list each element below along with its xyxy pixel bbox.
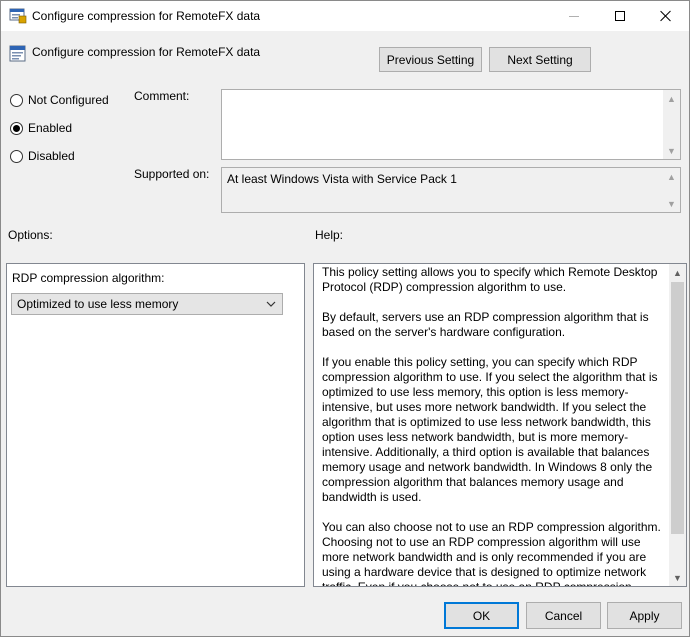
minimize-button[interactable] [551,1,597,31]
help-text: This policy setting allows you to specif… [322,264,666,586]
options-label: Options: [8,228,53,242]
scroll-down-icon[interactable]: ▼ [663,195,680,212]
policy-dialog: Configure compression for RemoteFX data … [0,0,690,637]
radio-indicator[interactable] [10,93,23,107]
rdp-compression-dropdown[interactable]: Optimized to use less memory [11,293,283,315]
rdp-compression-label: RDP compression algorithm: [12,271,165,285]
scroll-down-icon[interactable]: ▼ [669,569,686,586]
scroll-up-icon[interactable]: ▲ [663,168,680,185]
help-paragraph: If you enable this policy setting, you c… [322,355,658,504]
policy-name: Configure compression for RemoteFX data [32,45,261,59]
apply-button[interactable]: Apply [607,602,682,629]
scroll-down-icon[interactable]: ▼ [663,142,680,159]
comment-label: Comment: [134,89,190,103]
help-scrollbar[interactable]: ▲ ▼ [669,264,686,586]
next-setting-button[interactable]: Next Setting [489,47,591,72]
radio-indicator[interactable] [10,149,23,163]
cancel-button[interactable]: Cancel [526,602,601,629]
close-icon [660,10,672,22]
supported-on-field: At least Windows Vista with Service Pack… [221,167,681,213]
supported-scrollbar[interactable]: ▲ ▼ [663,168,680,212]
radio-enabled[interactable]: Enabled [10,121,72,135]
radio-label: Not Configured [28,93,109,107]
radio-label: Enabled [28,121,73,135]
minimize-icon [569,15,579,17]
help-panel: This policy setting allows you to specif… [313,263,687,587]
options-panel: RDP compression algorithm: Optimized to … [6,263,305,587]
dropdown-selected-value: Optimized to use less memory [17,297,179,311]
scroll-up-icon[interactable]: ▲ [663,90,680,107]
help-paragraph: By default, servers use an RDP compressi… [322,310,649,339]
policy-settings-icon [9,8,27,24]
scroll-up-icon[interactable]: ▲ [669,264,686,281]
radio-label: Disabled [28,149,75,163]
supported-on-label: Supported on: [134,167,210,181]
comment-scrollbar[interactable]: ▲ ▼ [663,90,680,159]
title-bar[interactable]: Configure compression for RemoteFX data [1,1,689,31]
maximize-icon [615,11,625,21]
help-label: Help: [315,228,344,242]
ok-button[interactable]: OK [444,602,519,629]
maximize-button[interactable] [597,1,643,31]
comment-textarea[interactable]: ▲ ▼ [221,89,681,160]
chevron-down-icon [266,301,276,307]
radio-disabled[interactable]: Disabled [10,149,75,163]
supported-on-value: At least Windows Vista with Service Pack… [227,172,457,186]
scroll-thumb[interactable] [671,282,684,534]
previous-setting-button[interactable]: Previous Setting [379,47,482,72]
help-paragraph: You can also choose not to use an RDP co… [322,520,661,586]
policy-settings-icon [9,45,26,62]
window-title: Configure compression for RemoteFX data [32,9,261,23]
help-paragraph: This policy setting allows you to specif… [322,265,658,294]
close-button[interactable] [643,1,689,31]
radio-not-configured[interactable]: Not Configured [10,93,109,107]
radio-indicator[interactable] [10,121,23,135]
